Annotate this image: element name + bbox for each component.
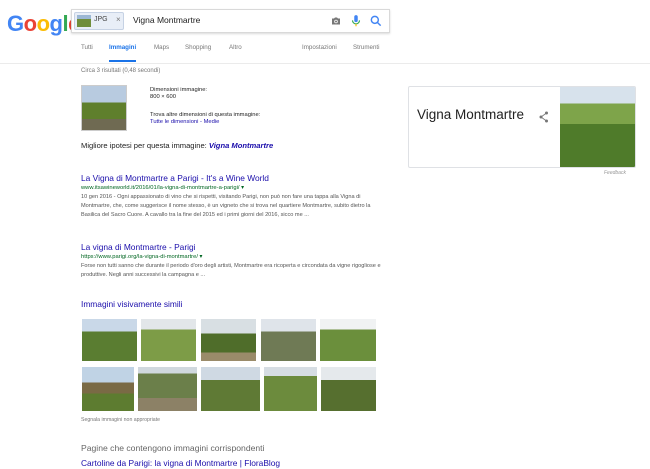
similar-image[interactable] xyxy=(81,318,138,362)
report-inappropriate-link[interactable]: Segnala immagini non appropriate xyxy=(81,417,160,423)
similar-image[interactable] xyxy=(81,366,135,412)
query-image-thumbnail xyxy=(77,15,91,27)
tab-images[interactable]: Immagini xyxy=(109,44,137,62)
header: Google JPG × Vigna Montmartre Tutti Imma… xyxy=(0,0,650,64)
similar-image[interactable] xyxy=(200,366,261,412)
query-image-chip[interactable]: JPG × xyxy=(74,12,124,30)
other-dimensions-label: Trova altre dimensioni di questa immagin… xyxy=(150,112,261,118)
settings-link[interactable]: Impostazioni xyxy=(302,44,337,51)
similar-image[interactable] xyxy=(200,318,257,362)
best-guess-label: Migliore ipotesi per questa immagine: xyxy=(81,141,207,150)
similar-image[interactable] xyxy=(319,318,377,362)
tab-shopping[interactable]: Shopping xyxy=(185,44,211,51)
similar-image[interactable] xyxy=(137,366,198,412)
result-snippet: 10 gen 2016 - Ogni appassionato di vino … xyxy=(81,194,371,218)
result-url[interactable]: https://www.parigi.org/la-vigna-di-montm… xyxy=(81,254,202,260)
share-icon[interactable] xyxy=(539,111,549,123)
result-stats: Circa 3 risultati (0,48 secondi) xyxy=(81,68,161,74)
result-url[interactable]: www.itsawineworld.it/2016/01/la-vigna-di… xyxy=(81,185,244,191)
image-dimensions-value: 800 × 600 xyxy=(150,94,176,100)
knowledge-panel-title: Vigna Montmartre xyxy=(417,107,525,122)
camera-icon[interactable] xyxy=(330,15,342,27)
similar-image[interactable] xyxy=(263,366,318,412)
tab-all[interactable]: Tutti xyxy=(81,44,93,51)
matching-page-link[interactable]: Cartoline da Parigi: la vigna di Montmar… xyxy=(81,458,280,468)
tools-link[interactable]: Strumenti xyxy=(353,44,379,51)
result-title[interactable]: La vigna di Montmartre - Parigi xyxy=(81,242,196,252)
similar-image[interactable] xyxy=(320,366,377,412)
tab-more[interactable]: Altro xyxy=(229,44,242,51)
similar-image[interactable] xyxy=(140,318,197,362)
similar-images-title[interactable]: Immagini visivamente simili xyxy=(81,299,182,309)
search-input[interactable]: Vigna Montmartre xyxy=(133,15,200,25)
image-dimensions-label: Dimensioni immagine: xyxy=(150,87,208,93)
chip-close-icon[interactable]: × xyxy=(116,15,121,24)
feedback-link[interactable]: Feedback xyxy=(604,170,626,176)
chip-label: JPG xyxy=(94,16,108,23)
google-logo[interactable]: Google xyxy=(7,11,80,37)
result-title[interactable]: La Vigna di Montmartre a Parigi - It's a… xyxy=(81,173,269,183)
best-guess-link[interactable]: Vigna Montmartre xyxy=(209,141,273,150)
knowledge-panel-image[interactable] xyxy=(560,87,635,167)
similar-image[interactable] xyxy=(260,318,317,362)
tab-maps[interactable]: Maps xyxy=(154,44,169,51)
best-guess: Migliore ipotesi per questa immagine: Vi… xyxy=(81,141,273,150)
microphone-icon[interactable] xyxy=(351,14,361,28)
knowledge-panel: Vigna Montmartre xyxy=(408,86,636,168)
search-box[interactable]: JPG × Vigna Montmartre xyxy=(71,9,390,33)
query-image-thumbnail-large[interactable] xyxy=(81,85,127,131)
search-icon[interactable] xyxy=(369,14,383,28)
result-snippet: Forse non tutti sanno che durante il per… xyxy=(81,263,381,278)
matching-pages-title: Pagine che contengono immagini corrispon… xyxy=(81,443,265,453)
other-dimensions-links[interactable]: Tutte le dimensioni - Medie xyxy=(150,119,219,125)
